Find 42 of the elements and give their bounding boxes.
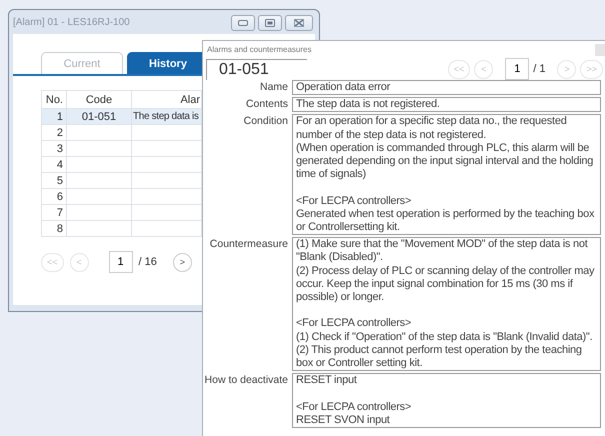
minimize-icon [238,20,248,26]
panel-title: Alarms and countermeasures [207,45,312,54]
table-row[interactable]: 2 [42,124,202,140]
table-row[interactable]: 8 [42,220,202,236]
page-total: / 1 [533,63,546,75]
row-number: 1 [56,110,63,122]
alarm-description: The step data is [133,111,199,122]
maximize-icon [265,19,275,27]
text-field[interactable]: RESET input <For LECPA controllers> RESET SVON input [292,373,601,428]
maximize-button[interactable] [258,15,282,31]
page-total: / 16 [138,256,157,268]
row-number: 2 [56,126,63,138]
table-row[interactable]: 3 [42,140,202,156]
field-label: Countermeasure [208,237,288,252]
row-number: 4 [56,158,63,170]
row-number: 3 [56,142,63,154]
pager-button[interactable]: > [172,252,192,272]
row-number: 5 [56,174,63,186]
table-row[interactable]: 5 [42,172,202,188]
page-field[interactable]: 1 [108,251,133,273]
alarm-code: 01-051 [82,110,116,122]
close-icon [294,19,304,27]
row-number: 6 [56,190,63,202]
text-field[interactable]: The step data is not registered. [292,97,601,112]
alarm-code-field: 01-051 [206,58,307,80]
minimize-button[interactable] [231,15,255,31]
field-label: Contents [244,97,288,112]
table-row[interactable]: 1 01-051 The step data is [42,108,202,124]
field-label: How to deactivate [204,373,288,388]
text-field[interactable]: (1) Make sure that the "Movement MOD" of the step data is not "Blank (Disabled)". (2) Process delay of PLC or scanning delay of the controller may occur. Keep the input signal combination for 15 ms (30 ms if possible) or longer. <For LECPA controllers> (1) Check if "Operation" of the step data is "Blank (Invalid data)". (2) This product cannot perform test operation by the teaching box or Controller setting kit. [292,237,601,372]
column-header: No. [42,90,66,108]
row-number: 7 [56,206,63,218]
window-title: [Alarm] 01 - LES16RJ-100 [13,16,130,28]
row-number: 8 [56,222,63,234]
field-label: Name [258,80,288,95]
text-field[interactable]: For an operation for a specific step data no., the requested number of the step data is not registered. (When operation is commanded through PLC, this alarm will be generated depending on the input signal interval and the holding time of signals) <For LECPA controllers> Generated when test operation is performed by the teaching box or Controllersetting kit. [292,114,601,236]
field-label: Condition [242,114,288,130]
table-row[interactable]: 7 [42,204,202,220]
table-row[interactable]: 6 [42,188,202,204]
text-field[interactable]: Operation data error [292,80,601,96]
page-field[interactable]: 1 [505,58,530,80]
table-row[interactable]: 4 [42,156,202,172]
